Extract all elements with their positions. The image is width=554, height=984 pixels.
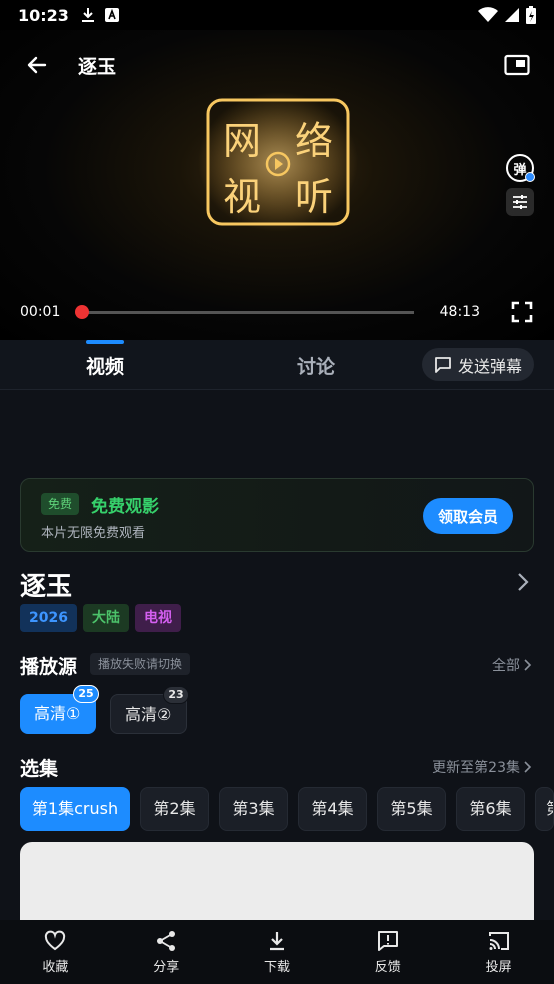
source-option-label: 高清② [125, 705, 172, 724]
episode-count-badge: 23 [163, 686, 189, 704]
status-bar: 10:23 [0, 0, 554, 30]
free-viewing-title: 免费观影 [91, 497, 159, 517]
type-tag: 电视 [134, 604, 181, 632]
episode-list: 第1集crush 第2集 第3集 第4集 第5集 第6集 第 [20, 787, 554, 831]
battery-icon [526, 6, 536, 24]
logo-char-3: 视 [223, 175, 261, 219]
source-option-label: 高清① [34, 704, 81, 723]
feedback-button[interactable]: 反馈 [332, 920, 443, 984]
danmu-settings-button[interactable] [506, 188, 534, 216]
episodes-update-label: 更新至第23集 [432, 760, 520, 776]
danmu-toggle-button[interactable]: 弹 [506, 154, 535, 182]
current-time: 00:01 [20, 304, 61, 320]
free-viewing-subtitle: 本片无限免费观看 [41, 526, 146, 541]
heart-icon [45, 930, 66, 950]
network-audiovisual-logo: 网 络 视 听 [198, 92, 358, 232]
episode-count-badge: 25 [73, 685, 99, 703]
download-status-icon [81, 8, 94, 22]
player-title: 逐玉 [78, 55, 117, 78]
fullscreen-icon[interactable] [510, 300, 534, 324]
wifi-icon [478, 7, 498, 22]
share-label: 分享 [153, 959, 180, 975]
claim-membership-button[interactable]: 领取会员 [423, 498, 513, 534]
ad-banner[interactable] [20, 842, 534, 932]
region-tag: 大陆 [82, 604, 129, 632]
logo-char-2: 络 [295, 119, 333, 163]
arrow-left-icon [27, 56, 47, 74]
pip-button[interactable] [500, 48, 534, 82]
share-button[interactable]: 分享 [111, 920, 222, 984]
chevron-right-icon [524, 761, 532, 773]
free-badge: 免费 [41, 493, 80, 515]
free-viewing-banner: 免费 免费观影 本片无限免费观看 领取会员 [20, 478, 534, 552]
show-tags: 2026 大陆 电视 [20, 604, 181, 632]
status-time: 10:23 [18, 5, 69, 25]
send-danmu-button[interactable]: 发送弹幕 [421, 348, 534, 381]
episode-5-button[interactable]: 第5集 [377, 787, 446, 831]
download-icon [269, 931, 284, 950]
download-label: 下载 [263, 959, 290, 975]
source-all-label: 全部 [492, 658, 520, 674]
bottom-action-bar: 收藏 分享 下载 反馈 投屏 [0, 920, 554, 984]
cast-button[interactable]: 投屏 [443, 920, 554, 984]
source-all-button[interactable]: 全部 [492, 655, 532, 675]
tab-video[interactable]: 视频 [86, 340, 125, 379]
year-tag: 2026 [20, 604, 77, 632]
source-heading: 播放源 [20, 656, 78, 678]
source-option-2[interactable]: 高清② 23 [110, 686, 189, 734]
sliders-icon [513, 195, 527, 209]
show-title[interactable]: 逐玉 [20, 566, 72, 603]
episode-2-button[interactable]: 第2集 [140, 787, 209, 831]
video-player[interactable]: 逐玉 网 络 视 听 弹 00:01 48:13 [0, 30, 554, 340]
cast-icon [488, 931, 509, 950]
episodes-update-button[interactable]: 更新至第23集 [432, 757, 532, 777]
download-button[interactable]: 下载 [222, 920, 333, 984]
episode-6-button[interactable]: 第6集 [456, 787, 525, 831]
danmu-on-indicator [525, 172, 535, 182]
share-icon [157, 930, 176, 951]
picture-in-picture-icon [504, 54, 530, 76]
send-danmu-label: 发送弹幕 [457, 356, 522, 376]
comment-icon [435, 356, 451, 373]
favorite-button[interactable]: 收藏 [0, 920, 111, 984]
episode-1-button[interactable]: 第1集crush [20, 787, 130, 831]
episode-4-button[interactable]: 第4集 [298, 787, 367, 831]
logo-char-1: 网 [223, 119, 261, 163]
tab-discuss[interactable]: 讨论 [297, 352, 335, 379]
episodes-heading: 选集 [20, 758, 59, 780]
signal-icon [505, 8, 519, 22]
source-hint: 播放失败请切换 [90, 653, 191, 675]
feedback-label: 反馈 [374, 959, 401, 975]
logo-char-4: 听 [295, 175, 333, 219]
duration: 48:13 [439, 304, 480, 320]
cast-label: 投屏 [485, 959, 512, 975]
episode-7-button[interactable]: 第 [535, 787, 554, 831]
progress-thumb[interactable] [75, 304, 90, 319]
progress-bar[interactable] [75, 304, 414, 319]
favorite-label: 收藏 [42, 959, 69, 975]
chevron-right-icon [524, 659, 532, 671]
content-tabs: 视频 讨论 发送弹幕 [0, 340, 554, 390]
chevron-right-icon[interactable] [516, 572, 530, 592]
source-option-1[interactable]: 高清① 25 [20, 685, 99, 734]
feedback-icon [377, 930, 398, 951]
app-notification-icon [104, 8, 119, 22]
episode-3-button[interactable]: 第3集 [219, 787, 288, 831]
back-button[interactable] [20, 48, 54, 82]
